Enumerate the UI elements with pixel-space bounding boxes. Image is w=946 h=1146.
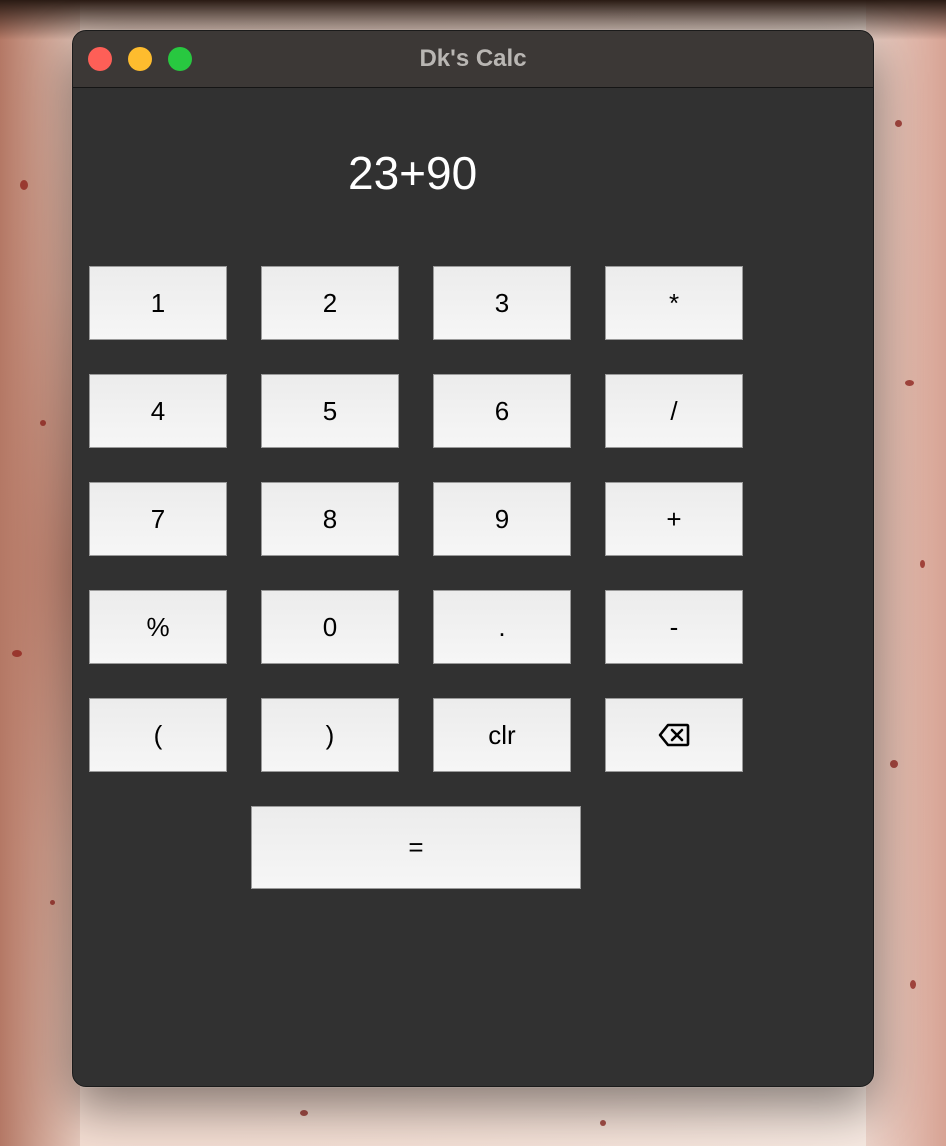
percent-button[interactable]: % — [89, 590, 227, 664]
key-4-button[interactable]: 4 — [89, 374, 227, 448]
key-6-button[interactable]: 6 — [433, 374, 571, 448]
expression-display: 23+90 — [348, 147, 478, 199]
backspace-button[interactable] — [605, 698, 743, 772]
key-2-button[interactable]: 2 — [261, 266, 399, 340]
multiply-button[interactable]: * — [605, 266, 743, 340]
key-3-button[interactable]: 3 — [433, 266, 571, 340]
calculator-window: Dk's Calc 23+90 1 2 3 * 4 5 6 / 7 8 9 + … — [72, 30, 874, 1087]
key-5-button[interactable]: 5 — [261, 374, 399, 448]
clear-button[interactable]: clr — [433, 698, 571, 772]
equals-button[interactable]: = — [251, 806, 581, 889]
key-1-button[interactable]: 1 — [89, 266, 227, 340]
key-8-button[interactable]: 8 — [261, 482, 399, 556]
add-button[interactable]: + — [605, 482, 743, 556]
key-7-button[interactable]: 7 — [89, 482, 227, 556]
title-bar[interactable]: Dk's Calc — [73, 31, 873, 88]
decimal-point-button[interactable]: . — [433, 590, 571, 664]
subtract-button[interactable]: - — [605, 590, 743, 664]
close-paren-button[interactable]: ) — [261, 698, 399, 772]
window-title: Dk's Calc — [419, 45, 527, 72]
open-paren-button[interactable]: ( — [89, 698, 227, 772]
backspace-icon — [658, 723, 690, 747]
key-9-button[interactable]: 9 — [433, 482, 571, 556]
key-0-button[interactable]: 0 — [261, 590, 399, 664]
divide-button[interactable]: / — [605, 374, 743, 448]
